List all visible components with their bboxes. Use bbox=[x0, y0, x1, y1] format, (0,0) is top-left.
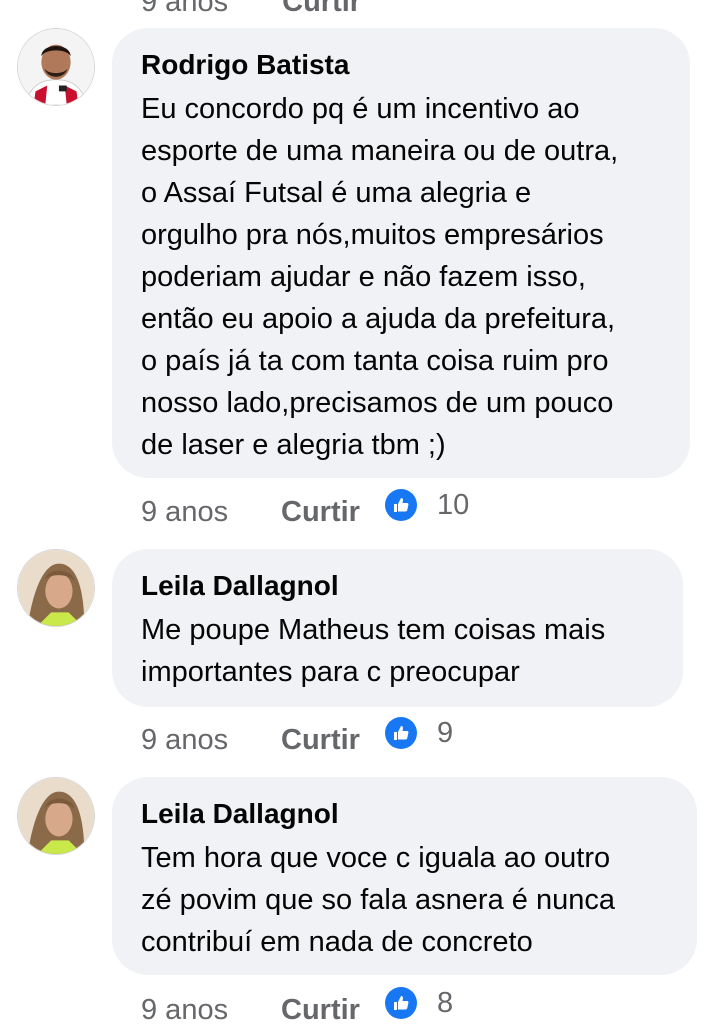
thumbs-up-icon[interactable] bbox=[385, 987, 417, 1019]
comment-bubble: Leila Dallagnol Tem hora que voce c igua… bbox=[112, 777, 697, 975]
thumbs-up-icon[interactable] bbox=[385, 489, 417, 521]
comment-actions: 9 anos Curtir 8 bbox=[141, 987, 453, 1030]
comment-bubble: Rodrigo Batista Eu concordo pq é um ince… bbox=[112, 28, 690, 478]
avatar[interactable] bbox=[17, 549, 95, 627]
avatar[interactable] bbox=[17, 28, 95, 106]
comment-text: Tem hora que voce c iguala ao outro zé p… bbox=[141, 842, 615, 958]
avatar[interactable] bbox=[17, 777, 95, 855]
comment-author[interactable]: Leila Dallagnol bbox=[141, 569, 655, 603]
comment-time[interactable]: 9 anos bbox=[141, 0, 228, 18]
comment-actions: 9 anos Curtir 10 bbox=[141, 489, 469, 532]
comment-author[interactable]: Leila Dallagnol bbox=[141, 797, 669, 831]
comment-actions: 9 anos Curtir 9 bbox=[141, 717, 453, 760]
comment-time[interactable]: 9 anos bbox=[141, 724, 281, 757]
reaction-count[interactable]: 8 bbox=[437, 987, 453, 1020]
avatar-photo bbox=[18, 778, 94, 854]
comment-time[interactable]: 9 anos bbox=[141, 994, 281, 1027]
reaction-count[interactable]: 9 bbox=[437, 717, 453, 750]
like-button[interactable]: Curtir bbox=[281, 994, 385, 1027]
comment-author[interactable]: Rodrigo Batista bbox=[141, 48, 662, 82]
like-button[interactable]: Curtir bbox=[282, 0, 361, 18]
comment-text: Eu concordo pq é um incentivo ao esporte… bbox=[141, 93, 619, 461]
thumbs-up-icon[interactable] bbox=[385, 717, 417, 749]
like-button[interactable]: Curtir bbox=[281, 724, 385, 757]
comment-text: Me poupe Matheus tem coisas mais importa… bbox=[141, 614, 606, 688]
avatar-photo bbox=[18, 550, 94, 626]
like-button[interactable]: Curtir bbox=[281, 496, 385, 529]
comment-time[interactable]: 9 anos bbox=[141, 496, 281, 529]
previous-comment-actions: 9 anos Curtir bbox=[141, 0, 361, 19]
comment-bubble: Leila Dallagnol Me poupe Matheus tem coi… bbox=[112, 549, 683, 707]
reaction-count[interactable]: 10 bbox=[437, 489, 469, 522]
avatar-photo bbox=[18, 29, 94, 105]
